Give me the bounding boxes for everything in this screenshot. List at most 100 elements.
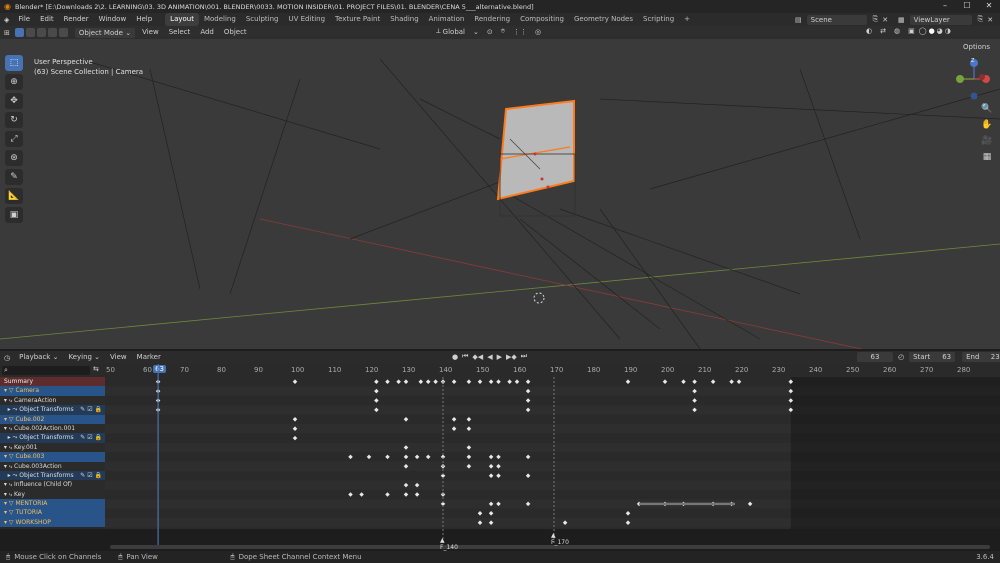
- channel-toggle-icons[interactable]: ✎ ☑ 🔒: [80, 433, 105, 442]
- blender-menu-icon[interactable]: ◈: [0, 16, 13, 24]
- tab-rendering[interactable]: Rendering: [469, 13, 515, 26]
- channel-row[interactable]: ▾ ▽ WORKSHOP: [0, 517, 105, 528]
- gizmo-icon[interactable]: ⇄: [880, 27, 886, 35]
- select-mode-icon[interactable]: [14, 28, 24, 37]
- visibility-icon[interactable]: ◐: [866, 27, 872, 35]
- menu-file[interactable]: File: [13, 13, 35, 26]
- cursor-tool-icon[interactable]: ⊕: [5, 74, 23, 90]
- overlay-icon[interactable]: ◍: [894, 27, 900, 35]
- frame-ruler[interactable]: ⌕ ⇆ 50 60 70 80 90 100 110 120 130 140 150 160 170 18…: [0, 364, 1000, 377]
- record-icon[interactable]: ●: [452, 353, 458, 361]
- move-tool-icon[interactable]: ✥: [5, 93, 23, 109]
- orientation-icon[interactable]: ⟂: [436, 27, 441, 36]
- channel-row[interactable]: ▾ ▽ Cube.002: [0, 414, 105, 424]
- 3d-viewport[interactable]: User Perspective (63) Scene Collection |…: [0, 39, 1000, 349]
- expand-icon[interactable]: ▾ ⤷: [0, 424, 14, 433]
- tab-animation[interactable]: Animation: [424, 13, 470, 26]
- expand-icon[interactable]: ▸ ⤳: [0, 433, 19, 442]
- channel-row[interactable]: Summary: [0, 377, 105, 387]
- tab-layout[interactable]: Layout: [165, 13, 199, 26]
- pivot-icon[interactable]: ⊙: [487, 28, 493, 36]
- transform-tool-icon[interactable]: ⊛: [5, 150, 23, 166]
- tab-compositing[interactable]: Compositing: [515, 13, 569, 26]
- minimize-button[interactable]: –: [934, 0, 956, 13]
- channel-toggle-icons[interactable]: ✎ ☑ 🔒: [80, 471, 105, 480]
- play-icon[interactable]: ▶: [497, 353, 502, 361]
- options-dropdown[interactable]: Options: [958, 42, 994, 52]
- new-scene-icon[interactable]: ⎘: [873, 15, 879, 24]
- camera-view-icon[interactable]: 🎥: [980, 134, 994, 148]
- channel-row[interactable]: ▾ ▽ TUTORIA: [0, 508, 105, 518]
- tab-uv-editing[interactable]: UV Editing: [284, 13, 331, 26]
- snap-icon[interactable]: ⌾: [501, 27, 505, 36]
- xray-icon[interactable]: ▣: [908, 27, 915, 35]
- menu-window[interactable]: Window: [94, 13, 132, 26]
- add-cube-tool-icon[interactable]: ▣: [5, 207, 23, 223]
- expand-icon[interactable]: ▾ ⤷: [0, 462, 14, 471]
- clock-icon[interactable]: ◴: [898, 353, 904, 361]
- menu-object[interactable]: Object: [219, 26, 252, 39]
- timeline-editor-icon[interactable]: ◷: [0, 354, 14, 362]
- close-button[interactable]: ✕: [978, 0, 1000, 13]
- editor-type-icon[interactable]: ⊞: [0, 29, 14, 37]
- expand-icon[interactable]: ▾ ⤷: [0, 480, 14, 489]
- channel-row[interactable]: ▸ ⤳ Object Transforms ✎ ☑ 🔒: [0, 433, 105, 443]
- viewlayer-selector[interactable]: ViewLayer: [909, 14, 972, 25]
- channel-row[interactable]: ▾ ⤷ Key.001: [0, 442, 105, 453]
- viewlayer-icon[interactable]: ▦: [898, 16, 905, 24]
- menu-marker[interactable]: Marker: [132, 351, 166, 364]
- jump-keyframe-back-icon[interactable]: ◆◀: [472, 353, 483, 361]
- object-icon[interactable]: ▾ ▽: [4, 415, 15, 424]
- pan-hand-icon[interactable]: ✋: [980, 118, 994, 132]
- channel-row[interactable]: ▾ ▽ MENTORIA: [0, 499, 105, 509]
- channel-row[interactable]: ▸ ⤳ Object Transforms ✎ ☑ 🔒: [0, 470, 105, 481]
- select-subtract-icon[interactable]: [36, 28, 46, 37]
- expand-icon[interactable]: ▸ ⤳: [0, 471, 19, 480]
- object-icon[interactable]: ▾ ▽: [4, 452, 15, 461]
- menu-select[interactable]: Select: [164, 26, 196, 39]
- channel-row[interactable]: ▸ ⤳ Object Transforms ✎ ☑ 🔒: [0, 405, 105, 415]
- menu-playback[interactable]: Playback ⌄: [14, 351, 63, 364]
- proportional-edit-icon[interactable]: ◎: [535, 28, 541, 36]
- annotate-tool-icon[interactable]: ✎: [5, 169, 23, 185]
- rotate-tool-icon[interactable]: ↻: [5, 112, 23, 128]
- delete-viewlayer-icon[interactable]: ✕: [987, 16, 993, 24]
- keyframe-canvas[interactable]: [105, 364, 1000, 545]
- keyframe-area[interactable]: [105, 364, 1000, 545]
- shading-wire-icon[interactable]: ◯: [919, 27, 927, 35]
- current-frame-indicator[interactable]: 63: [153, 365, 167, 373]
- menu-view[interactable]: View: [137, 26, 164, 39]
- channel-row[interactable]: ▾ ▽ Cube.003: [0, 452, 105, 462]
- scale-tool-icon[interactable]: ⤢: [5, 131, 23, 147]
- ortho-grid-icon[interactable]: ▦: [980, 150, 994, 164]
- orientation-dropdown[interactable]: Global: [443, 28, 465, 36]
- scene-selector[interactable]: Scene: [806, 14, 867, 25]
- timeline-marker[interactable]: ▲ F_170: [551, 532, 569, 546]
- menu-keying[interactable]: Keying ⌄: [63, 351, 105, 364]
- tab-texture-paint[interactable]: Texture Paint: [330, 13, 385, 26]
- channel-row[interactable]: ▾ ▽ Camera: [0, 386, 105, 396]
- delete-scene-icon[interactable]: ✕: [882, 16, 888, 24]
- select-intersect-icon[interactable]: [58, 28, 68, 37]
- tab-shading[interactable]: Shading: [385, 13, 423, 26]
- frame-end-field[interactable]: End234: [962, 352, 1000, 362]
- shading-solid-icon[interactable]: ●: [929, 27, 935, 35]
- object-icon[interactable]: ▾ ▽: [4, 508, 15, 517]
- new-viewlayer-icon[interactable]: ⎘: [978, 15, 984, 24]
- select-extend-icon[interactable]: [25, 28, 35, 37]
- tab-sculpting[interactable]: Sculpting: [241, 13, 284, 26]
- channel-row[interactable]: ▾ ⤷ Key: [0, 489, 105, 500]
- zoom-icon[interactable]: 🔍: [980, 102, 994, 116]
- shading-render-icon[interactable]: ◑: [945, 27, 951, 35]
- channel-row[interactable]: ▾ ⤷ Cube.003Action: [0, 461, 105, 471]
- expand-icon[interactable]: ▾ ⤷: [0, 490, 14, 499]
- channel-row[interactable]: ▾ ⤷ CameraAction: [0, 395, 105, 406]
- jump-end-icon[interactable]: ⏭: [521, 352, 527, 361]
- maximize-button[interactable]: ☐: [956, 0, 978, 13]
- scene-icon[interactable]: ▤: [795, 16, 802, 24]
- jump-keyframe-forward-icon[interactable]: ▶◆: [506, 353, 517, 361]
- snap-settings-icon[interactable]: ⋮⋮: [513, 28, 527, 36]
- menu-view-dopesheet[interactable]: View: [105, 351, 132, 364]
- object-icon[interactable]: ▾ ▽: [4, 499, 15, 508]
- expand-icon[interactable]: ▾ ⤷: [0, 443, 14, 452]
